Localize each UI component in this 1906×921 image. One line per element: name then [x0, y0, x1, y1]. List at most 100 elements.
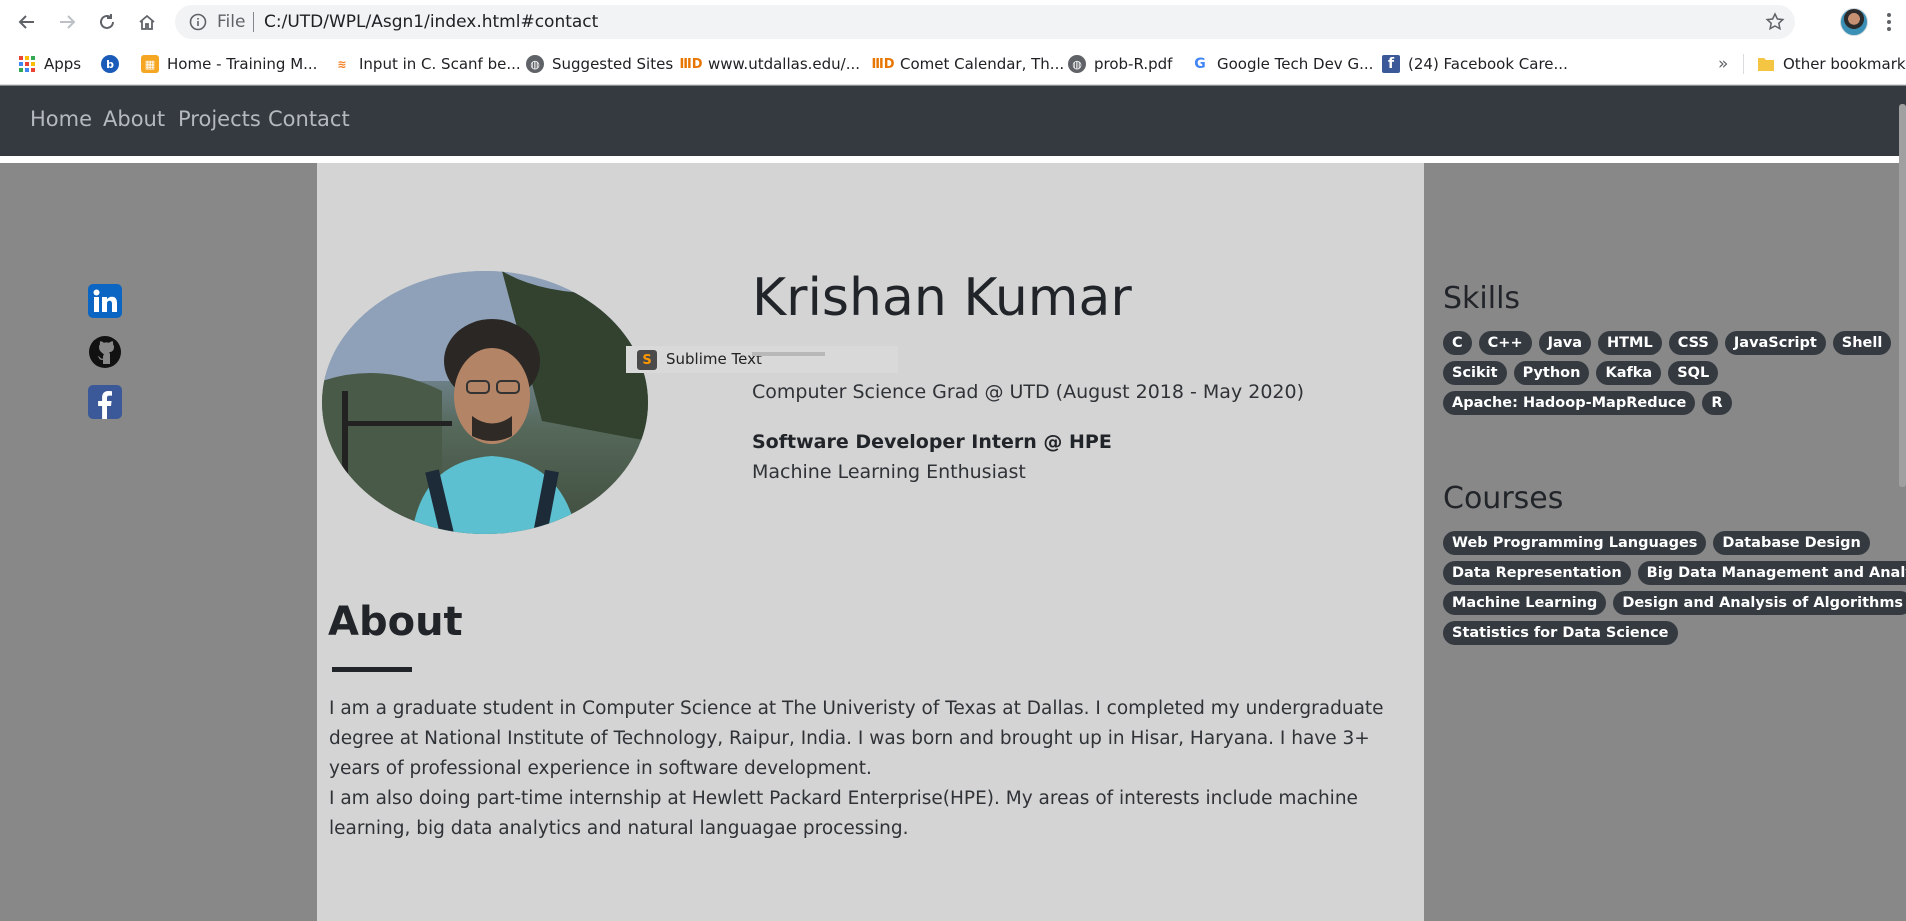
about-paragraph: I am also doing part-time internship at … [329, 788, 1358, 839]
course-badge: Big Data Management and Analytics [1637, 561, 1906, 585]
bookmark-label: Home - Training M... [167, 55, 318, 73]
skill-badge: HTML [1598, 331, 1662, 355]
info-icon[interactable] [189, 13, 207, 35]
nav-link-home[interactable]: Home [30, 107, 92, 131]
bookmark-apps[interactable]: Apps [18, 52, 81, 76]
github-icon[interactable] [88, 335, 122, 369]
star-icon[interactable] [1765, 12, 1785, 36]
tooltip-bar [752, 352, 825, 356]
course-badge: Web Programming Languages [1443, 531, 1707, 555]
about-underline [332, 667, 412, 672]
more-menu-icon[interactable] [1884, 9, 1894, 35]
sublime-text-icon: S [637, 350, 657, 370]
skill-badge: Python [1513, 361, 1590, 385]
about-title: About [328, 599, 463, 645]
skills-row: Apache: Hadoop-MapReduce R [1443, 391, 1732, 415]
bookmark-google-tech-dev[interactable]: G Google Tech Dev G... [1191, 52, 1373, 76]
facebook-icon[interactable] [88, 385, 122, 419]
training-icon: ▦ [141, 55, 159, 73]
skill-badge: SQL [1668, 361, 1719, 385]
divider [1743, 54, 1744, 74]
browser-toolbar: File C:/UTD/WPL/Asgn1/index.html#contact [0, 0, 1906, 44]
skill-badge: Kafka [1596, 361, 1662, 385]
google-icon: G [1194, 56, 1206, 72]
course-badge: Design and Analysis of Algorithms [1613, 591, 1906, 615]
bookmark-utdallas[interactable]: ⅢD www.utdallas.edu/... [679, 52, 861, 76]
nav-link-contact[interactable]: Contact [268, 107, 350, 131]
bookmark-label: Other bookmarks [1783, 55, 1906, 73]
skills-title: Skills [1443, 281, 1521, 316]
skill-badge: Scikit [1443, 361, 1507, 385]
skill-badge: Apache: Hadoop-MapReduce [1443, 391, 1696, 415]
stackoverflow-icon: ≋ [337, 57, 347, 71]
skill-badge: R [1702, 391, 1732, 415]
tooltip-label: Sublime Text [666, 350, 762, 368]
about-paragraph: I am a graduate student in Computer Scie… [329, 698, 1384, 779]
nav-link-projects[interactable]: Projects [178, 107, 261, 131]
globe-icon: ◍ [1068, 55, 1086, 73]
courses-row: Machine Learning Design and Analysis of … [1443, 591, 1906, 615]
forward-arrow-icon[interactable] [54, 9, 80, 35]
skill-badge: CSS [1668, 331, 1718, 355]
bookmark-bing[interactable]: b [101, 52, 119, 76]
courses-row: Web Programming Languages Database Desig… [1443, 531, 1870, 555]
utd-icon: ⅢD [679, 56, 703, 72]
bookmark-label: Suggested Sites [552, 55, 674, 73]
reload-icon[interactable] [94, 9, 120, 35]
profile-photo [322, 271, 648, 534]
bookmark-stackoverflow[interactable]: ≋ Input in C. Scanf be... [333, 52, 521, 76]
hero-education: Computer Science Grad @ UTD (August 2018… [752, 381, 1305, 403]
bookmarks-bar: Apps b ▦ Home - Training M... ≋ Input in… [0, 44, 1906, 85]
course-badge: Database Design [1713, 531, 1870, 555]
courses-row: Data Representation Big Data Management … [1443, 561, 1906, 585]
hero-role: Software Developer Intern @ HPE [752, 431, 1112, 453]
hero-name: Krishan Kumar [752, 268, 1132, 328]
bookmark-prob-r[interactable]: ◍ prob-R.pdf [1068, 52, 1172, 76]
home-icon[interactable] [134, 9, 160, 35]
folder-icon [1757, 55, 1775, 73]
scheme-label: File [217, 12, 246, 32]
globe-icon: ◍ [526, 55, 544, 73]
courses-title: Courses [1443, 481, 1564, 516]
courses-row: Statistics for Data Science [1443, 621, 1678, 645]
skill-badge: C [1443, 331, 1472, 355]
about-text: I am a graduate student in Computer Scie… [329, 694, 1419, 844]
bookmarks-overflow-button[interactable]: » [1718, 52, 1728, 76]
bookmark-facebook-careers[interactable]: f (24) Facebook Care... [1382, 52, 1568, 76]
bookmark-label: Input in C. Scanf be... [359, 55, 521, 73]
address-bar[interactable]: File C:/UTD/WPL/Asgn1/index.html#contact [175, 5, 1795, 39]
apps-grid-icon [18, 55, 36, 73]
bookmark-suggested-sites[interactable]: ◍ Suggested Sites [526, 52, 673, 76]
skill-badge: C++ [1478, 331, 1532, 355]
bookmark-label: Google Tech Dev G... [1217, 55, 1374, 73]
bookmark-comet-calendar[interactable]: ⅢD Comet Calendar, Th... [871, 52, 1065, 76]
linkedin-icon[interactable] [88, 284, 122, 318]
bookmark-label: Comet Calendar, Th... [900, 55, 1065, 73]
bing-icon: b [101, 55, 119, 73]
skills-row: C C++ Java HTML CSS JavaScript Shell [1443, 331, 1892, 355]
skill-badge: JavaScript [1724, 331, 1826, 355]
bookmark-label: prob-R.pdf [1094, 55, 1173, 73]
bookmark-label: www.utdallas.edu/... [708, 55, 861, 73]
bookmark-label: (24) Facebook Care... [1408, 55, 1568, 73]
nav-link-about[interactable]: About [103, 107, 165, 131]
divider [253, 12, 254, 32]
back-arrow-icon[interactable] [14, 9, 40, 35]
course-badge: Machine Learning [1443, 591, 1607, 615]
page-scrollbar[interactable] [1899, 104, 1906, 487]
profile-avatar[interactable] [1840, 8, 1868, 36]
site-navbar: Home About Projects Contact [0, 86, 1906, 156]
hero-interest: Machine Learning Enthusiast [752, 461, 1026, 483]
facebook-icon: f [1382, 55, 1400, 73]
course-badge: Statistics for Data Science [1443, 621, 1678, 645]
bookmark-label: Apps [44, 55, 82, 73]
bookmark-training[interactable]: ▦ Home - Training M... [141, 52, 317, 76]
skills-row: Scikit Python Kafka SQL [1443, 361, 1719, 385]
course-badge: Data Representation [1443, 561, 1631, 585]
skill-badge: Java [1538, 331, 1592, 355]
divider [0, 156, 1906, 163]
url-text[interactable]: C:/UTD/WPL/Asgn1/index.html#contact [264, 12, 598, 32]
skill-badge: Shell [1832, 331, 1892, 355]
utd-icon: ⅢD [871, 56, 895, 72]
other-bookmarks[interactable]: Other bookmarks [1757, 52, 1906, 76]
